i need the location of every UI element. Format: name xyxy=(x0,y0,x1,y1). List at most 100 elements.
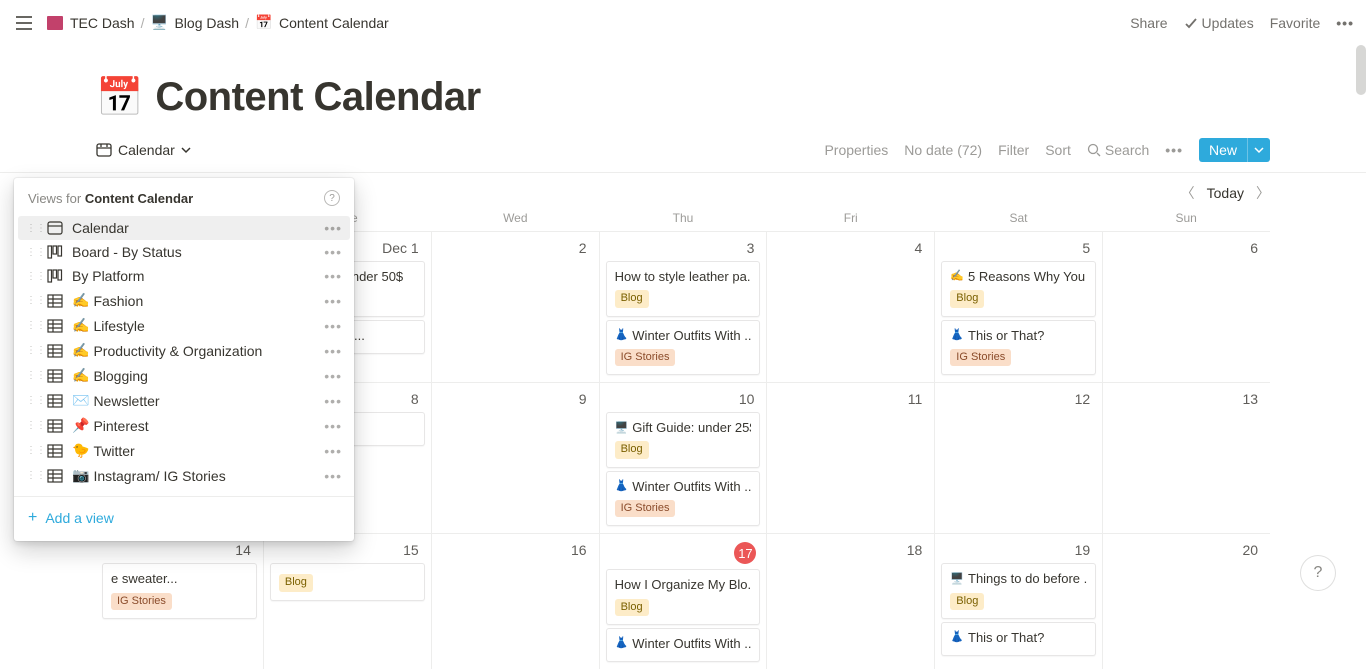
share-button[interactable]: Share xyxy=(1130,15,1167,31)
day-cell[interactable]: 20 xyxy=(1103,534,1270,669)
new-button-group: New xyxy=(1199,138,1270,162)
event-card[interactable]: 👗Winter Outfits With ... xyxy=(606,628,761,662)
event-card[interactable]: ✍️5 Reasons Why You S...Blog xyxy=(941,261,1096,317)
view-item-menu[interactable]: ••• xyxy=(324,468,342,484)
view-item-menu[interactable]: ••• xyxy=(324,293,342,309)
breadcrumb-item[interactable]: 📅Content Calendar xyxy=(251,12,393,34)
view-item-menu[interactable]: ••• xyxy=(324,244,342,260)
drag-handle[interactable]: ⋮⋮ xyxy=(26,223,38,234)
view-item-menu[interactable]: ••• xyxy=(324,443,342,459)
day-cell[interactable]: 12 xyxy=(935,383,1103,533)
board-view-icon xyxy=(46,244,64,260)
day-header: Wed xyxy=(431,211,599,231)
today-button[interactable]: Today xyxy=(1207,185,1244,201)
view-item-menu[interactable]: ••• xyxy=(324,393,342,409)
breadcrumb-label: Blog Dash xyxy=(174,15,239,31)
event-card[interactable]: How to style leather pa...Blog xyxy=(606,261,761,317)
event-card[interactable]: 👗This or That?IG Stories xyxy=(941,320,1096,376)
search-button[interactable]: Search xyxy=(1087,142,1149,158)
event-card[interactable]: e sweater...IG Stories xyxy=(102,563,257,619)
breadcrumb-item[interactable]: TEC Dash xyxy=(42,12,139,34)
day-cell[interactable]: 9 xyxy=(432,383,600,533)
event-card[interactable]: How I Organize My Blo...Blog xyxy=(606,569,761,625)
day-cell[interactable]: 14e sweater...IG Stories xyxy=(96,534,264,669)
help-floating-button[interactable]: ? xyxy=(1300,555,1336,591)
day-cell[interactable]: 6 xyxy=(1103,232,1270,382)
event-card[interactable]: Blog xyxy=(270,563,425,600)
event-card[interactable]: 👗Winter Outfits With ...IG Stories xyxy=(606,471,761,527)
properties-button[interactable]: Properties xyxy=(824,142,888,158)
view-list-item[interactable]: ⋮⋮Board - By Status••• xyxy=(18,240,350,264)
day-cell[interactable]: 10🖥️Gift Guide: under 25$Blog👗Winter Out… xyxy=(600,383,768,533)
drag-handle[interactable]: ⋮⋮ xyxy=(26,445,38,456)
event-card[interactable]: 👗Winter Outfits With ...IG Stories xyxy=(606,320,761,376)
drag-handle[interactable]: ⋮⋮ xyxy=(26,320,38,331)
help-icon[interactable]: ? xyxy=(324,190,340,206)
chevron-down-icon xyxy=(181,145,191,155)
day-cell[interactable]: 18 xyxy=(767,534,935,669)
view-list-item[interactable]: ⋮⋮By Platform••• xyxy=(18,264,350,288)
day-cell[interactable]: 4 xyxy=(767,232,935,382)
view-list-item[interactable]: ⋮⋮ ✍️Blogging ••• xyxy=(18,363,350,388)
day-cell[interactable]: 16 xyxy=(432,534,600,669)
folder-icon xyxy=(46,14,64,32)
view-list-item[interactable]: ⋮⋮✉️Newsletter••• xyxy=(18,388,350,413)
day-cell[interactable]: 17How I Organize My Blo...Blog👗Winter Ou… xyxy=(600,534,768,669)
next-month[interactable]: 〉 xyxy=(1256,183,1270,203)
breadcrumb-item[interactable]: 🖥️Blog Dash xyxy=(146,12,243,34)
drag-handle[interactable]: ⋮⋮ xyxy=(26,370,38,381)
view-list-item[interactable]: ⋮⋮🐤Twitter••• xyxy=(18,438,350,463)
sort-button[interactable]: Sort xyxy=(1045,142,1071,158)
more-menu[interactable]: ••• xyxy=(1336,15,1354,31)
event-card[interactable]: 🖥️Gift Guide: under 25$Blog xyxy=(606,412,761,468)
table-view-icon xyxy=(46,393,64,409)
views-popup: Views for Content Calendar ? ⋮⋮Calendar•… xyxy=(14,178,354,541)
view-selector[interactable]: Calendar xyxy=(96,142,191,158)
event-card[interactable]: 👗This or That? xyxy=(941,622,1096,656)
page-icon[interactable]: 📅 xyxy=(96,79,143,117)
page-title[interactable]: Content Calendar xyxy=(155,75,480,120)
event-icon: ✍️ xyxy=(950,269,964,284)
sidebar-toggle[interactable] xyxy=(12,12,36,34)
drag-handle[interactable]: ⋮⋮ xyxy=(26,420,38,431)
view-list-item[interactable]: ⋮⋮📌Pinterest••• xyxy=(18,413,350,438)
view-item-menu[interactable]: ••• xyxy=(324,220,342,236)
view-name: ✍️Blogging xyxy=(72,367,316,384)
day-cell[interactable]: 13 xyxy=(1103,383,1270,533)
drag-handle[interactable]: ⋮⋮ xyxy=(26,247,38,258)
view-name: ✍️Fashion xyxy=(72,292,316,309)
new-button[interactable]: New xyxy=(1199,138,1247,162)
drag-handle[interactable]: ⋮⋮ xyxy=(26,271,38,282)
nodate-button[interactable]: No date (72) xyxy=(904,142,982,158)
view-item-menu[interactable]: ••• xyxy=(324,318,342,334)
prev-month[interactable]: 〈 xyxy=(1181,183,1195,203)
event-card[interactable]: 🖥️Things to do before ...Blog xyxy=(941,563,1096,619)
view-more-menu[interactable]: ••• xyxy=(1165,142,1183,158)
drag-handle[interactable]: ⋮⋮ xyxy=(26,345,38,356)
drag-handle[interactable]: ⋮⋮ xyxy=(26,470,38,481)
day-cell[interactable]: 15Blog xyxy=(264,534,432,669)
day-cell[interactable]: 19🖥️Things to do before ...Blog👗This or … xyxy=(935,534,1103,669)
filter-button[interactable]: Filter xyxy=(998,142,1029,158)
day-cell[interactable]: 2 xyxy=(432,232,600,382)
updates-button[interactable]: Updates xyxy=(1184,15,1254,31)
view-list-item[interactable]: ⋮⋮Calendar••• xyxy=(18,216,350,240)
event-tag: IG Stories xyxy=(615,500,676,517)
view-item-menu[interactable]: ••• xyxy=(324,418,342,434)
day-cell[interactable]: 3How to style leather pa...Blog👗Winter O… xyxy=(600,232,768,382)
drag-handle[interactable]: ⋮⋮ xyxy=(26,395,38,406)
view-item-menu[interactable]: ••• xyxy=(324,268,342,284)
view-item-menu[interactable]: ••• xyxy=(324,368,342,384)
drag-handle[interactable]: ⋮⋮ xyxy=(26,295,38,306)
day-cell[interactable]: 5✍️5 Reasons Why You S...Blog👗This or Th… xyxy=(935,232,1103,382)
view-item-menu[interactable]: ••• xyxy=(324,343,342,359)
day-cell[interactable]: 11 xyxy=(767,383,935,533)
new-dropdown[interactable] xyxy=(1247,138,1270,162)
view-list-item[interactable]: ⋮⋮📷Instagram/ IG Stories••• xyxy=(18,463,350,488)
view-list-item[interactable]: ⋮⋮✍️Lifestyle••• xyxy=(18,313,350,338)
add-view-button[interactable]: +Add a view xyxy=(14,503,354,533)
scrollbar[interactable] xyxy=(1356,45,1366,95)
view-list-item[interactable]: ⋮⋮ ✍️Fashion ••• xyxy=(18,288,350,313)
view-list-item[interactable]: ⋮⋮✍️Productivity & Organization••• xyxy=(18,338,350,363)
favorite-button[interactable]: Favorite xyxy=(1270,15,1321,31)
